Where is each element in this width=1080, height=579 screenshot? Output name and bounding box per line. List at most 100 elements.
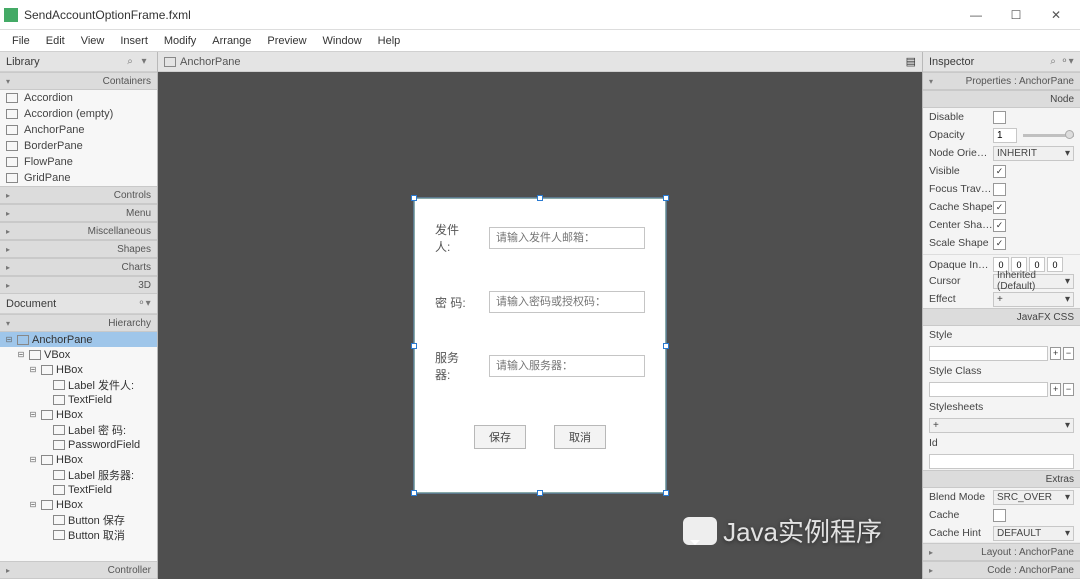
cache-shape-check[interactable]: ✓ [993, 201, 1006, 214]
tree-row[interactable]: ⊟HBox [0, 497, 157, 512]
resize-handle[interactable] [663, 195, 669, 201]
server-label: 服务器: [435, 349, 471, 383]
anchorpane-node[interactable]: 发件人: 密 码: 服务器: 保存 取消 [414, 198, 666, 493]
search-icon[interactable]: ⌕ [1046, 56, 1060, 67]
tree-row[interactable]: Button 保存 [0, 512, 157, 527]
close-button[interactable]: ✕ [1036, 1, 1076, 29]
library-menu-icon[interactable]: ▾ [137, 56, 151, 67]
inspector-panel: Inspector ⌕ ⚬▾ ▾Properties : AnchorPane … [922, 52, 1080, 579]
cachehint-combo[interactable]: DEFAULT▾ [993, 526, 1074, 541]
cache-check[interactable] [993, 509, 1006, 522]
row-password: 密 码: [415, 291, 665, 313]
sender-label: 发件人: [435, 221, 471, 255]
visible-check[interactable]: ✓ [993, 165, 1006, 178]
menu-arrange[interactable]: Arrange [204, 33, 259, 49]
save-button[interactable]: 保存 [474, 425, 526, 449]
tab-code[interactable]: ▸Code : AnchorPane [923, 561, 1080, 579]
sender-input[interactable] [489, 227, 645, 249]
resize-handle[interactable] [537, 490, 543, 496]
tree-row[interactable]: Button 取消 [0, 527, 157, 542]
tree-row[interactable]: Label 密 码: [0, 422, 157, 437]
node-orient-combo[interactable]: INHERIT▾ [993, 146, 1074, 161]
id-field[interactable] [929, 454, 1074, 469]
center-area: AnchorPane ▤ 发件人: 密 码: [158, 52, 922, 579]
section-css[interactable]: JavaFX CSS [923, 308, 1080, 326]
resize-handle[interactable] [411, 195, 417, 201]
tree-row[interactable]: ⊟AnchorPane [0, 332, 157, 347]
maximize-button[interactable]: ☐ [996, 1, 1036, 29]
minimize-button[interactable]: ― [956, 1, 996, 29]
section-menu[interactable]: ▸Menu [0, 204, 157, 222]
library-item[interactable]: AnchorPane [0, 122, 157, 138]
tab-properties[interactable]: ▾Properties : AnchorPane [923, 72, 1080, 90]
design-canvas[interactable]: 发件人: 密 码: 服务器: 保存 取消 [158, 72, 922, 579]
library-list-containers: AccordionAccordion (empty)AnchorPaneBord… [0, 90, 157, 186]
tree-row[interactable]: ⊟HBox [0, 362, 157, 377]
library-item[interactable]: BorderPane [0, 138, 157, 154]
left-panel: Library ⌕ ▾ ▾ Containers AccordionAccord… [0, 52, 158, 579]
section-charts[interactable]: ▸Charts [0, 258, 157, 276]
tree-row[interactable]: TextField [0, 392, 157, 407]
cursor-combo[interactable]: Inherited (Default)▾ [993, 274, 1074, 289]
menu-help[interactable]: Help [370, 33, 409, 49]
styleclass-field[interactable] [929, 382, 1048, 397]
section-controller[interactable]: ▸Controller [0, 561, 157, 579]
tree-row[interactable]: ⊟VBox [0, 347, 157, 362]
resize-handle[interactable] [537, 195, 543, 201]
section-extras[interactable]: Extras [923, 470, 1080, 488]
library-item[interactable]: Accordion [0, 90, 157, 106]
tree-row[interactable]: Label 服务器: [0, 467, 157, 482]
style-field[interactable] [929, 346, 1048, 361]
section-containers[interactable]: ▾ Containers [0, 72, 157, 90]
menu-preview[interactable]: Preview [259, 33, 314, 49]
tab-layout[interactable]: ▸Layout : AnchorPane [923, 543, 1080, 561]
tree-row[interactable]: TextField [0, 482, 157, 497]
breadcrumb[interactable]: AnchorPane [180, 56, 906, 68]
sc-del[interactable]: − [1063, 383, 1074, 396]
tree-row[interactable]: ⊟HBox [0, 452, 157, 467]
opacity-field[interactable] [993, 128, 1017, 143]
focus-check[interactable] [993, 183, 1006, 196]
resize-handle[interactable] [411, 343, 417, 349]
section-hierarchy[interactable]: ▾Hierarchy [0, 314, 157, 332]
document-header: Document ⚬▾ [0, 294, 157, 314]
section-shapes[interactable]: ▸Shapes [0, 240, 157, 258]
stylesheets-combo[interactable]: +▾ [929, 418, 1074, 433]
inspector-menu-icon[interactable]: ⚬▾ [1060, 56, 1074, 67]
section-controls[interactable]: ▸Controls [0, 186, 157, 204]
tree-row[interactable]: ⊟HBox [0, 407, 157, 422]
resize-handle[interactable] [663, 343, 669, 349]
server-input[interactable] [489, 355, 645, 377]
cancel-button[interactable]: 取消 [554, 425, 606, 449]
section-node[interactable]: Node [923, 90, 1080, 108]
resize-handle[interactable] [663, 490, 669, 496]
password-input[interactable] [489, 291, 645, 313]
library-item[interactable]: GridPane [0, 170, 157, 186]
menu-edit[interactable]: Edit [38, 33, 73, 49]
style-del[interactable]: − [1063, 347, 1074, 360]
resize-handle[interactable] [411, 490, 417, 496]
section-3d[interactable]: ▸3D [0, 276, 157, 294]
effect-combo[interactable]: +▾ [993, 292, 1074, 307]
tree-row[interactable]: PasswordField [0, 437, 157, 452]
menu-insert[interactable]: Insert [112, 33, 156, 49]
library-header: Library ⌕ ▾ [0, 52, 157, 72]
library-item[interactable]: Accordion (empty) [0, 106, 157, 122]
disable-check[interactable] [993, 111, 1006, 124]
center-shape-check[interactable]: ✓ [993, 219, 1006, 232]
section-misc[interactable]: ▸Miscellaneous [0, 222, 157, 240]
view-options-icon[interactable]: ▤ [906, 55, 916, 68]
sc-add[interactable]: + [1050, 383, 1061, 396]
scale-shape-check[interactable]: ✓ [993, 237, 1006, 250]
opacity-slider[interactable] [1023, 134, 1074, 137]
blend-combo[interactable]: SRC_OVER▾ [993, 490, 1074, 505]
menu-modify[interactable]: Modify [156, 33, 204, 49]
tree-row[interactable]: Label 发件人: [0, 377, 157, 392]
menu-window[interactable]: Window [315, 33, 370, 49]
library-item[interactable]: FlowPane [0, 154, 157, 170]
search-icon[interactable]: ⌕ [123, 56, 137, 67]
document-menu-icon[interactable]: ⚬▾ [137, 298, 151, 309]
menu-view[interactable]: View [73, 33, 113, 49]
style-add[interactable]: + [1050, 347, 1061, 360]
menu-file[interactable]: File [4, 33, 38, 49]
